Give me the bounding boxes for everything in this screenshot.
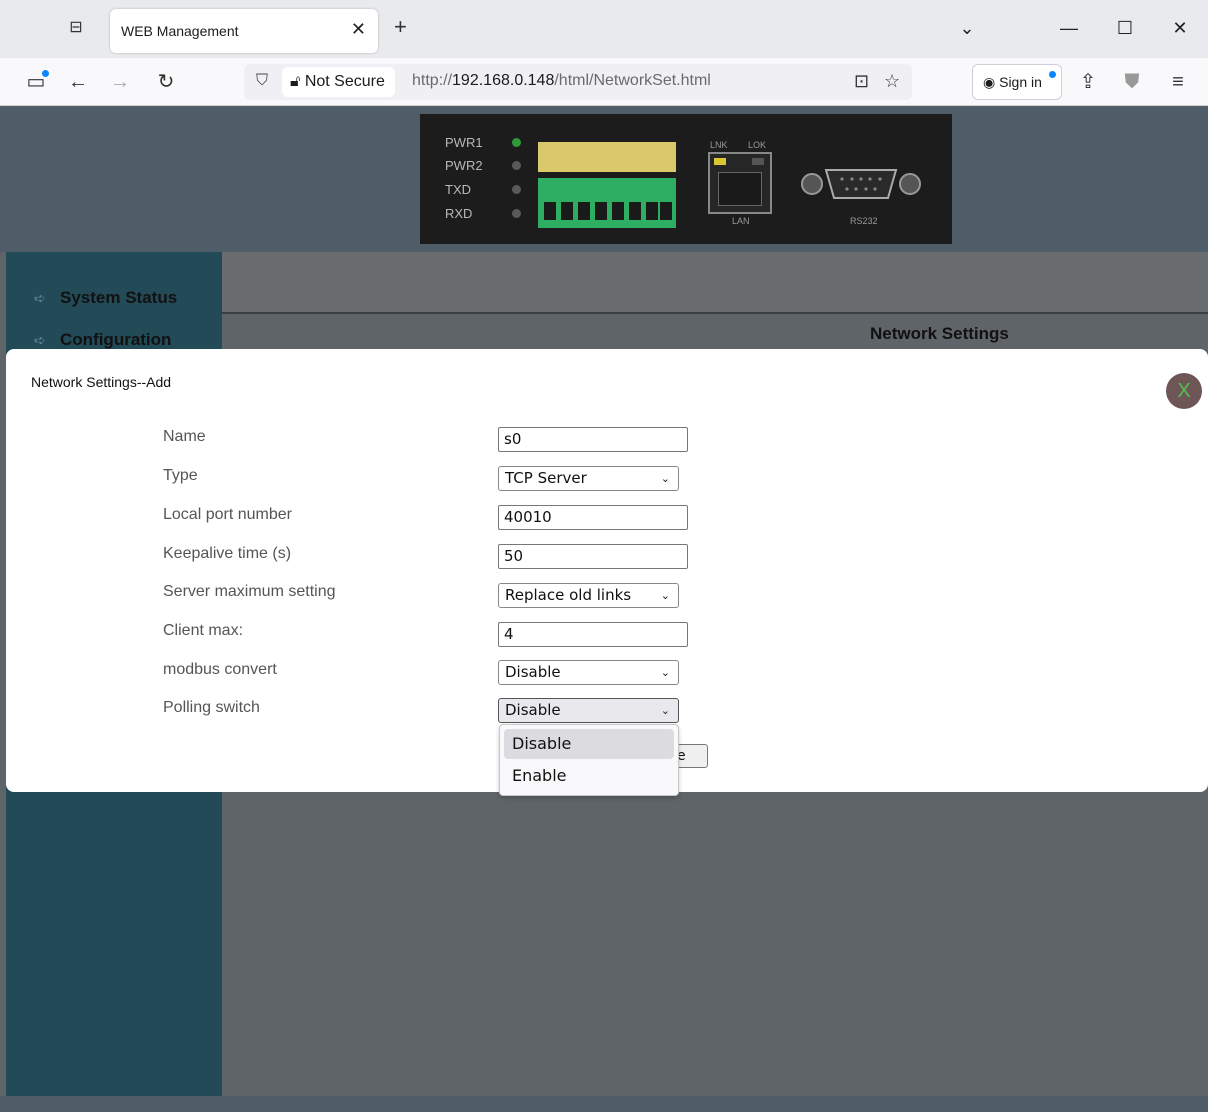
- keepalive-label: Keepalive time (s): [163, 545, 292, 562]
- sign-in-button[interactable]: ◉ Sign in: [972, 64, 1062, 100]
- sidebar-item-configuration[interactable]: Configuration: [60, 330, 171, 350]
- port-label-lan: LAN: [732, 216, 750, 226]
- port-label-rs232: RS232: [850, 216, 878, 226]
- browser-nav-bar: ▭ ← → ↻ ⛉ 🔓︎ Not Secure http://192.168.0…: [0, 58, 1208, 106]
- server-max-select-value: Replace old links: [505, 586, 632, 604]
- account-icon: ◉: [983, 74, 996, 90]
- tab-title: WEB Management: [121, 23, 239, 39]
- main-toolbar: [222, 252, 1208, 314]
- reload-icon[interactable]: ↻: [152, 68, 180, 96]
- tracking-shield-icon[interactable]: ⛉: [256, 72, 268, 90]
- terminal-label-strip: [538, 142, 676, 172]
- polling-dropdown-list: Disable Enable: [499, 724, 679, 796]
- bookmark-star-icon[interactable]: ☆: [884, 71, 900, 92]
- led-label-pwr2: PWR2: [445, 158, 483, 173]
- local-port-input[interactable]: 40010: [498, 505, 688, 530]
- insecure-lock-icon: 🔓︎: [290, 73, 301, 90]
- window-close-icon[interactable]: ✕: [1165, 14, 1195, 42]
- close-button[interactable]: X: [1166, 373, 1202, 409]
- chevron-down-icon: ⌄: [660, 704, 670, 717]
- browser-tab-bar: ⊟ WEB Management ✕ + ⌄ — ☐ ✕: [0, 0, 1208, 58]
- dialog-title: Network Settings--Add: [31, 374, 172, 390]
- back-icon[interactable]: ←: [64, 68, 92, 96]
- modbus-label: modbus convert: [163, 661, 277, 678]
- page-title: Network Settings: [870, 324, 1009, 343]
- forward-icon[interactable]: →: [106, 68, 134, 96]
- led-label-txd: TXD: [445, 182, 471, 197]
- minimize-icon[interactable]: —: [1054, 14, 1084, 42]
- arrow-icon: ➪: [34, 332, 46, 348]
- modbus-select[interactable]: Disable ⌄: [498, 660, 679, 685]
- tab-overflow-chevron-icon[interactable]: ⌄: [952, 14, 982, 42]
- keepalive-input[interactable]: 50: [498, 544, 688, 569]
- menu-icon[interactable]: ≡: [1164, 68, 1192, 96]
- terminal-block: [538, 178, 676, 228]
- client-max-input[interactable]: 4: [498, 622, 688, 647]
- name-input[interactable]: s0: [498, 427, 688, 452]
- led-label-pwr1: PWR1: [445, 135, 483, 150]
- led-pwr1: [512, 138, 521, 147]
- dropdown-option-enable[interactable]: Enable: [504, 761, 674, 791]
- modbus-select-value: Disable: [505, 663, 561, 681]
- server-max-select[interactable]: Replace old links ⌄: [498, 583, 679, 608]
- page-footer: [0, 1096, 1208, 1112]
- port-label-lnk: LNK: [710, 140, 728, 150]
- type-select[interactable]: TCP Server ⌄: [498, 466, 679, 491]
- tab-close-icon[interactable]: ✕: [351, 19, 366, 40]
- rs232-port: [801, 169, 921, 199]
- dropdown-option-disable[interactable]: Disable: [504, 729, 674, 759]
- type-select-value: TCP Server: [505, 469, 587, 487]
- led-rxd: [512, 209, 521, 218]
- polling-select[interactable]: Disable ⌄: [498, 698, 679, 723]
- led-txd: [512, 185, 521, 194]
- device-front-panel-image: PWR1 PWR2 TXD RXD LNK LOK LAN RS232: [420, 114, 952, 244]
- name-label: Name: [163, 428, 206, 445]
- client-max-label: Client max:: [163, 622, 244, 639]
- sign-in-label: Sign in: [999, 74, 1042, 90]
- polling-select-value: Disable: [505, 701, 561, 719]
- sidebar-toggle-icon[interactable]: ▭: [22, 68, 50, 96]
- not-secure-badge[interactable]: 🔓︎ Not Secure: [282, 67, 395, 97]
- save-to-pocket-icon[interactable]: ⊡: [854, 71, 869, 92]
- lan-port: [708, 152, 772, 214]
- led-pwr2: [512, 161, 521, 170]
- not-secure-label: Not Secure: [304, 73, 385, 90]
- url-text[interactable]: http://192.168.0.148/html/NetworkSet.htm…: [412, 72, 711, 90]
- tab-list-icon[interactable]: ⊟: [64, 16, 88, 40]
- arrow-icon: ➪: [34, 290, 46, 306]
- chevron-down-icon: ⌄: [660, 589, 670, 602]
- polling-label: Polling switch: [163, 699, 260, 716]
- maximize-icon[interactable]: ☐: [1110, 14, 1140, 42]
- browser-tab[interactable]: WEB Management ✕: [110, 9, 378, 53]
- sidebar-item-system-status[interactable]: System Status: [60, 288, 177, 308]
- led-label-rxd: RXD: [445, 206, 473, 221]
- share-icon[interactable]: ⇪: [1074, 68, 1102, 96]
- new-tab-icon[interactable]: +: [394, 15, 407, 39]
- type-label: Type: [163, 467, 198, 484]
- chevron-down-icon: ⌄: [660, 666, 670, 679]
- server-max-label: Server maximum setting: [163, 583, 336, 600]
- local-port-label: Local port number: [163, 506, 292, 523]
- page-header: PWR1 PWR2 TXD RXD LNK LOK LAN RS232: [0, 106, 1208, 252]
- chevron-down-icon: ⌄: [660, 472, 670, 485]
- extension-shield-icon[interactable]: ⛊: [1118, 68, 1146, 96]
- port-label-lok: LOK: [748, 140, 767, 150]
- address-bar[interactable]: ⛉ 🔓︎ Not Secure http://192.168.0.148/htm…: [244, 64, 912, 100]
